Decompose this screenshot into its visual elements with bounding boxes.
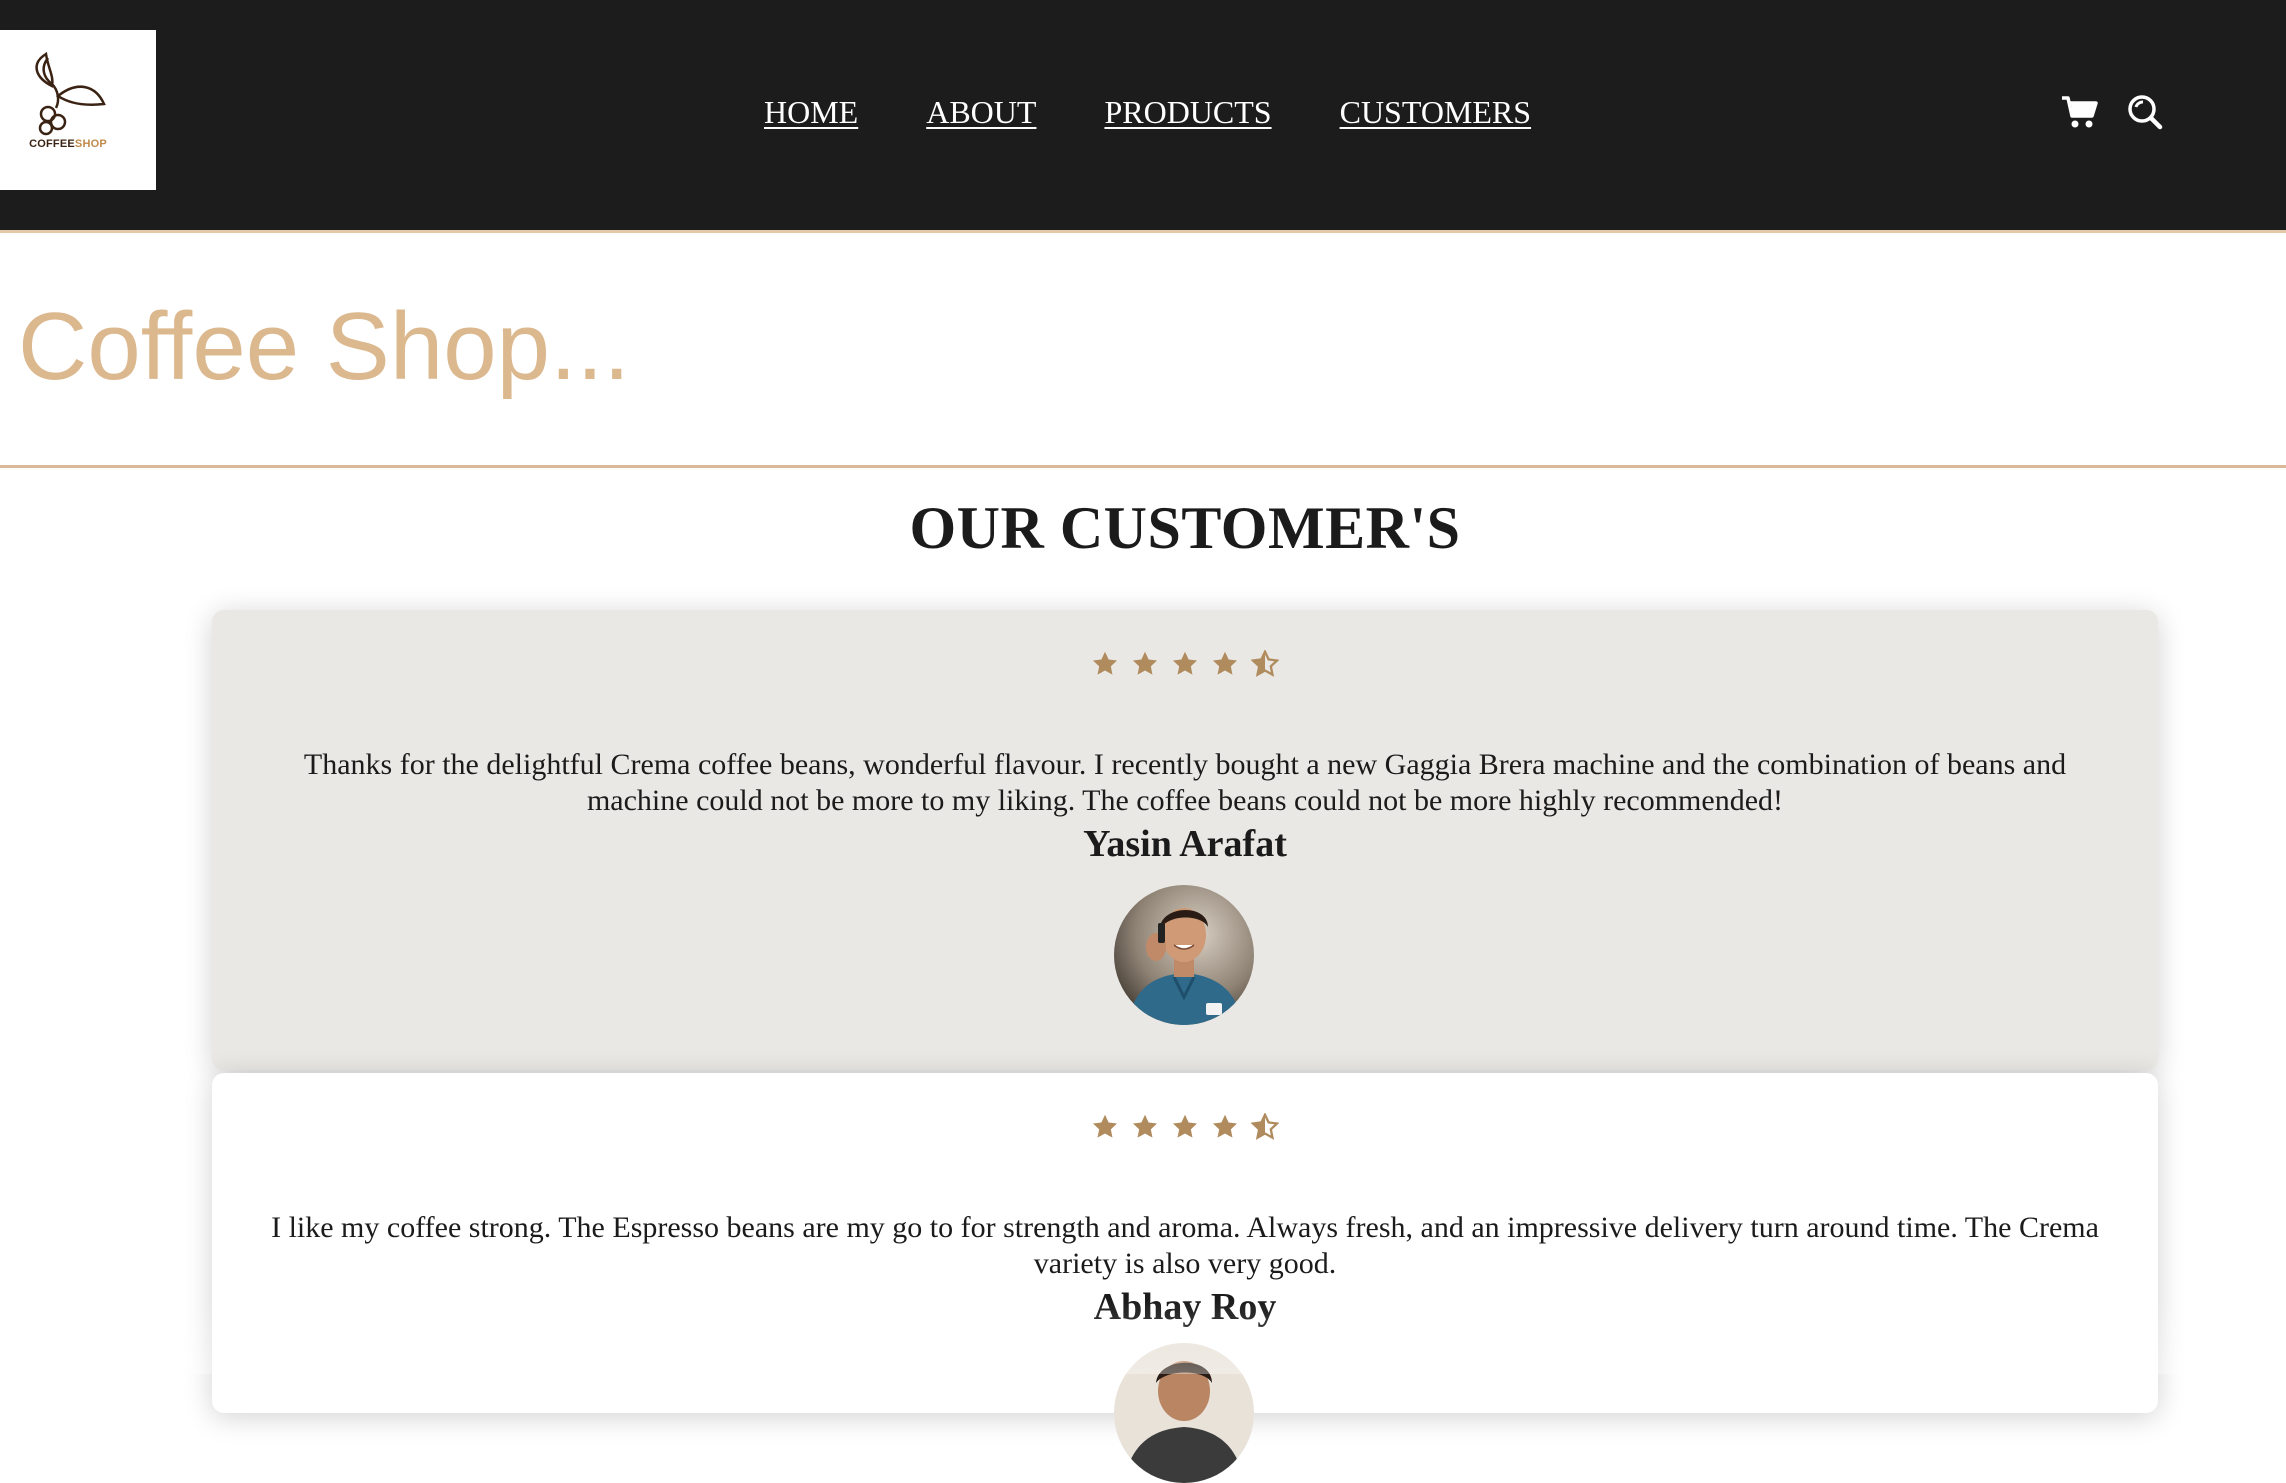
star-half-icon (1250, 1112, 1280, 1141)
star-rating (212, 649, 2158, 678)
star-full-icon (1171, 650, 1199, 678)
logo-wordmark: COFFEESHOP (29, 138, 107, 150)
star-full-icon (1091, 650, 1119, 678)
nav-products-link[interactable]: PRODUCTS (1104, 94, 1271, 131)
star-half-icon (1250, 649, 1280, 678)
star-full-icon (1171, 1113, 1199, 1141)
customers-section-title: OUR CUSTOMER'S (909, 495, 1461, 561)
review-text: Thanks for the delightful Crema coffee b… (303, 748, 2067, 817)
cart-icon[interactable] (2060, 94, 2100, 135)
reviewer-name: Abhay Roy (1093, 1286, 1277, 1328)
review-card: Thanks for the delightful Crema coffee b… (212, 610, 2158, 1070)
nav-home-link[interactable]: HOME (764, 94, 858, 131)
star-full-icon (1211, 650, 1239, 678)
star-full-icon (1131, 650, 1159, 678)
banner-title: Coffee Shop... (18, 293, 630, 400)
site-header: COFFEESHOP HOME ABOUT PRODUCTS CUSTOMERS (0, 0, 2286, 233)
search-icon[interactable] (2126, 93, 2164, 136)
star-full-icon (1091, 1113, 1119, 1141)
coffee-branch-logo-icon (35, 51, 106, 136)
customer-avatar (1114, 885, 1254, 1025)
star-full-icon (1211, 1113, 1239, 1141)
main-nav: HOME ABOUT PRODUCTS CUSTOMERS (764, 94, 1531, 131)
hero-banner: Coffee Shop... (0, 236, 2286, 468)
review-card: I like my coffee strong. The Espresso be… (212, 1073, 2158, 1483)
customer-avatar (1114, 1343, 1254, 1483)
reviewer-name: Yasin Arafat (1083, 823, 1287, 865)
star-full-icon (1131, 1113, 1159, 1141)
nav-customers-link[interactable]: CUSTOMERS (1340, 94, 1531, 131)
header-icon-group (2060, 93, 2164, 136)
review-text: I like my coffee strong. The Espresso be… (271, 1211, 2099, 1280)
logo[interactable]: COFFEESHOP (0, 30, 156, 190)
nav-about-link[interactable]: ABOUT (926, 94, 1036, 131)
star-rating (212, 1112, 2158, 1141)
